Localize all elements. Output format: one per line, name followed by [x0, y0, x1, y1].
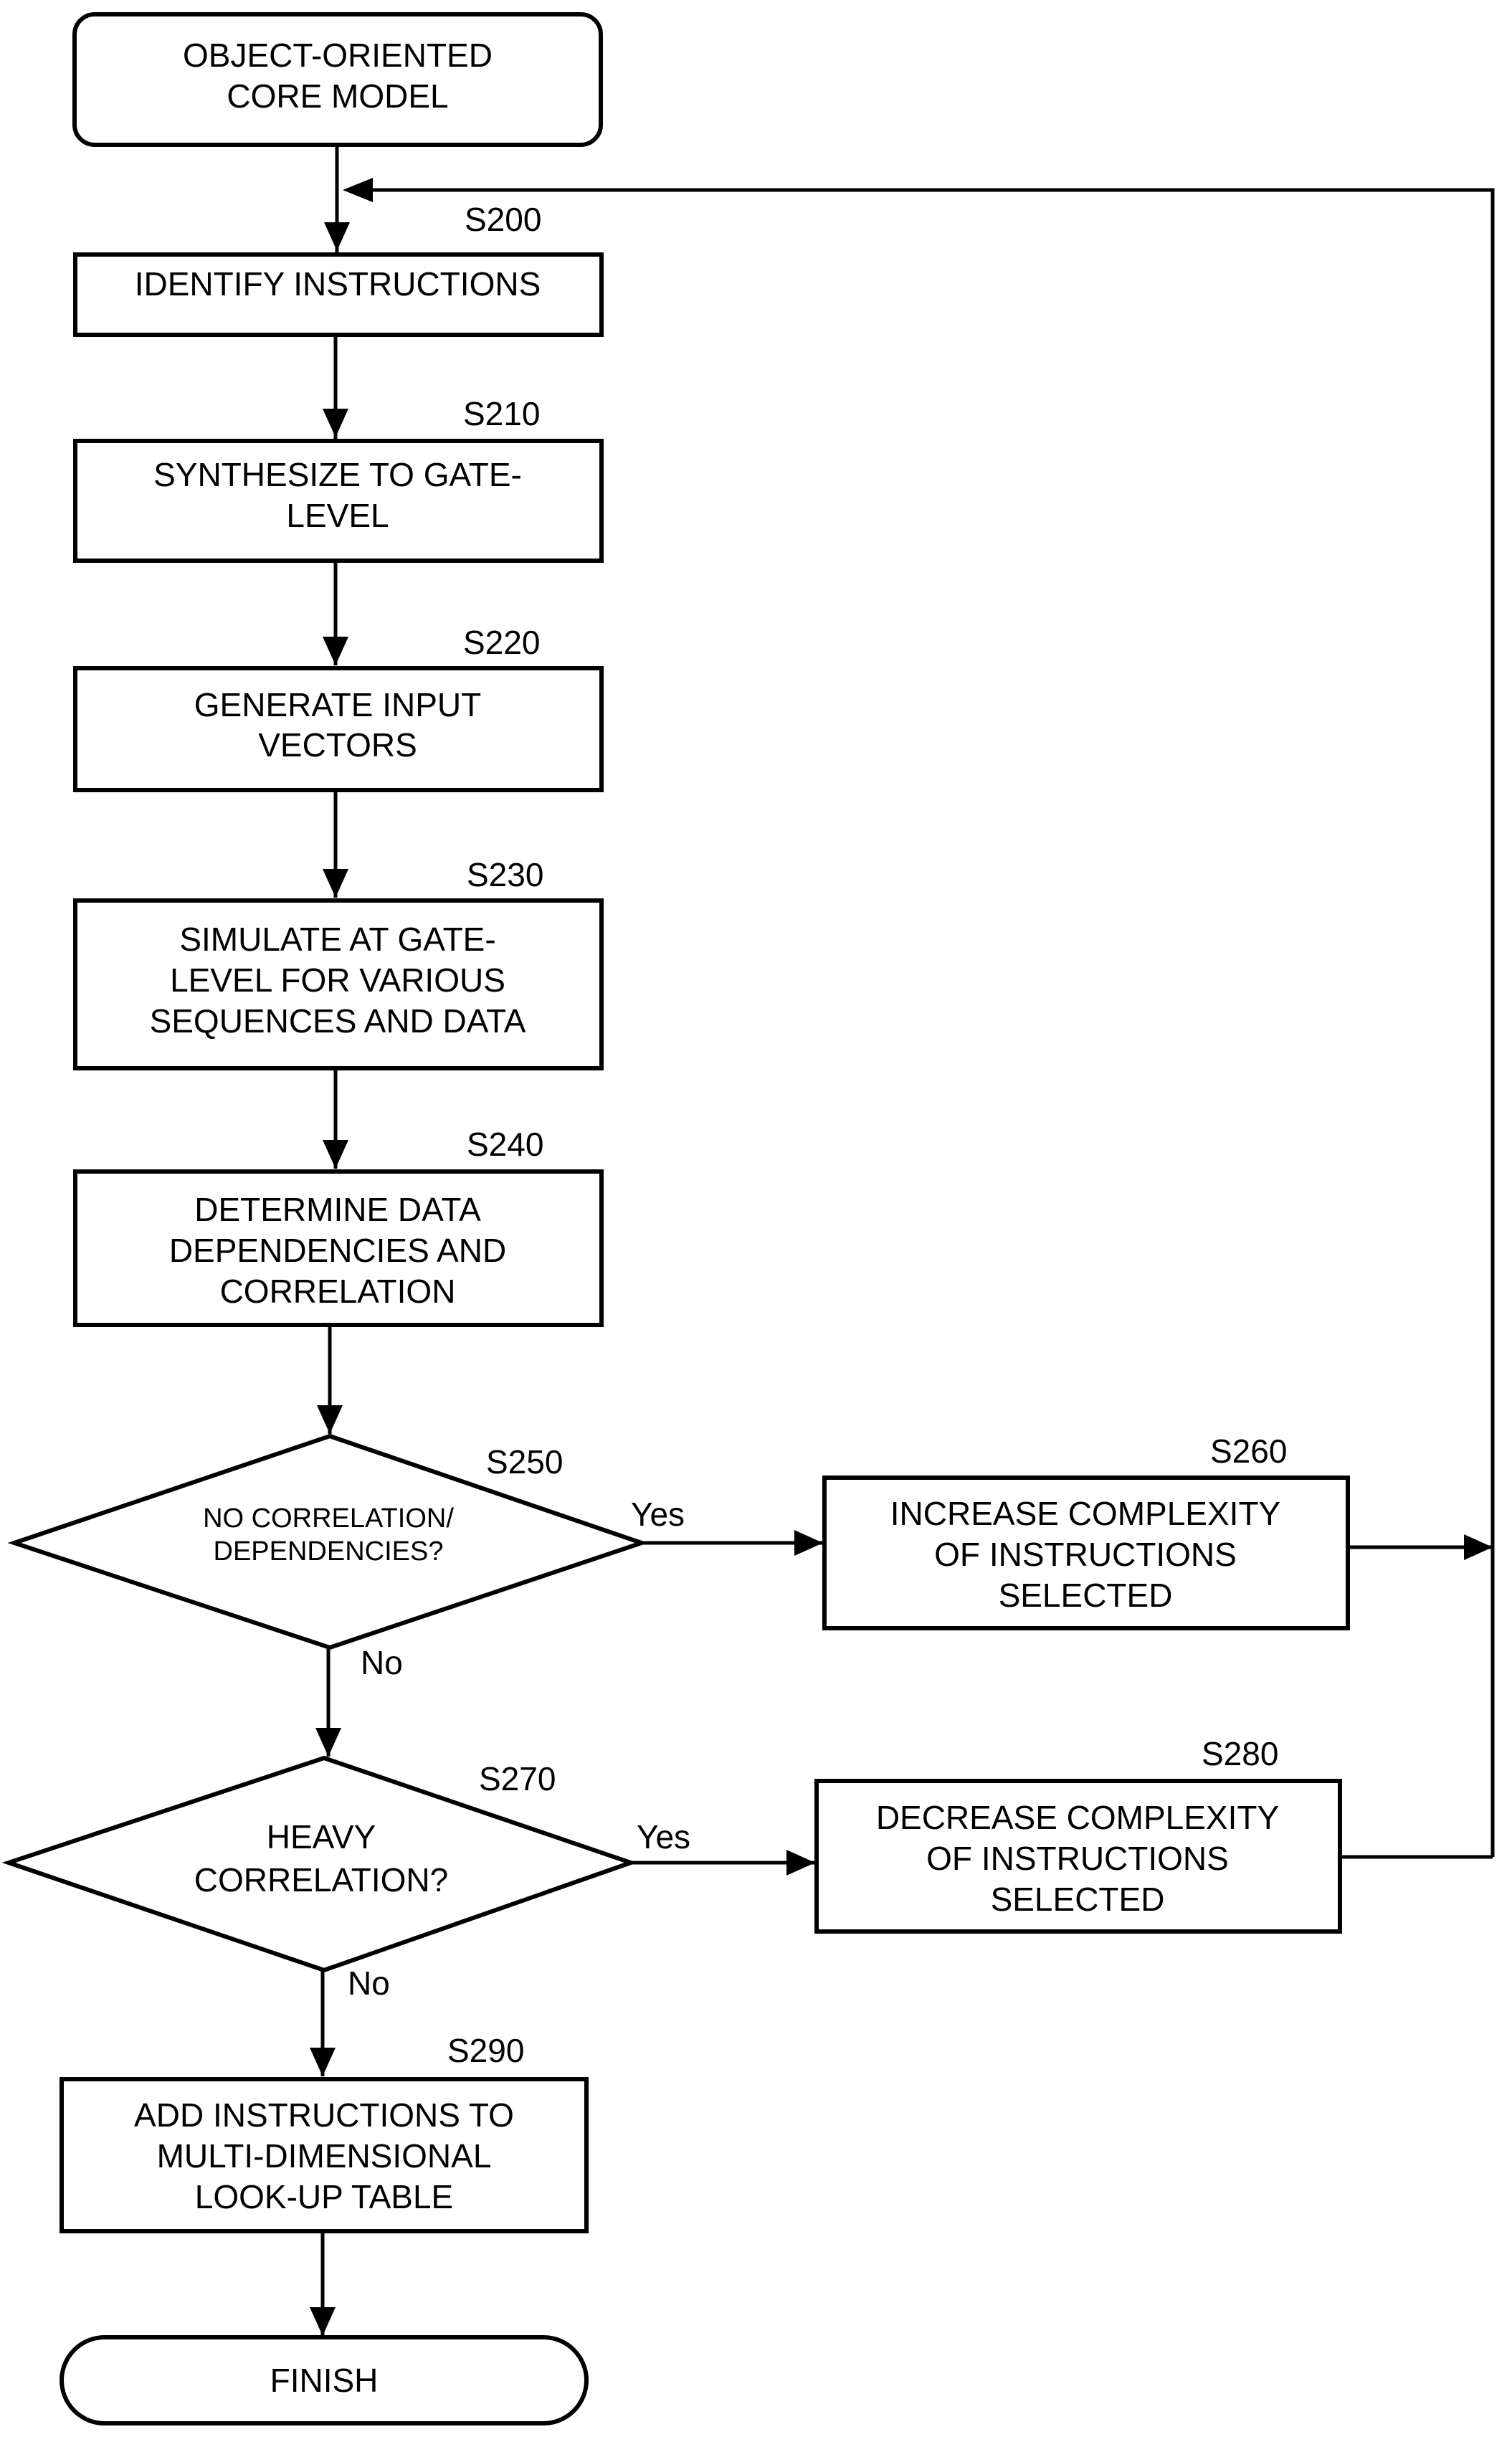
step-id: S260 — [1210, 1432, 1287, 1470]
arrowhead — [323, 409, 348, 437]
arrowhead — [323, 869, 348, 898]
no-label: No — [348, 1964, 390, 2002]
arrowhead-loop — [343, 178, 373, 202]
step-line-3: CORRELATION — [220, 1273, 456, 1310]
decision-line-1: HEAVY — [267, 1818, 376, 1856]
arrowhead — [315, 1728, 341, 1757]
decision-line-1: NO CORRELATION/ — [203, 1503, 454, 1534]
start-terminal: OBJECT-ORIENTED CORE MODEL — [72, 12, 603, 147]
decision-id: S250 — [486, 1443, 563, 1481]
arrowhead — [794, 1530, 823, 1556]
step-line-1: ADD INSTRUCTIONS TO — [134, 2096, 514, 2134]
start-line-1: OBJECT-ORIENTED — [183, 37, 493, 74]
decision-line-2: DEPENDENCIES? — [214, 1536, 444, 1567]
step-line-2: OF INSTRUCTIONS — [934, 1536, 1237, 1573]
arrowhead — [317, 1405, 343, 1434]
step-line-2: LEVEL — [286, 497, 389, 534]
step-id: S200 — [465, 201, 541, 238]
step-id: S280 — [1202, 1735, 1278, 1772]
yes-label: Yes — [631, 1496, 685, 1533]
decision-s270: S270 HEAVY CORRELATION? Yes No — [1, 1755, 690, 2002]
finish-terminal: FINISH — [60, 2335, 589, 2425]
step-line-1: SIMULATE AT GATE- — [179, 921, 495, 958]
step-s260: S260 INCREASE COMPLEXITY OF INSTRUCTIONS… — [822, 1432, 1350, 1630]
step-line-2: MULTI-DIMENSIONAL — [157, 2137, 492, 2175]
step-id: S290 — [447, 2032, 524, 2069]
step-line-2: LEVEL FOR VARIOUS — [170, 961, 505, 999]
yes-label: Yes — [637, 1818, 690, 1856]
decision-id: S270 — [479, 1760, 556, 1797]
arrowhead — [1464, 1534, 1493, 1560]
step-id: S210 — [463, 395, 540, 432]
arrowhead — [323, 637, 348, 665]
finish-label: FINISH — [270, 2362, 379, 2399]
step-id: S220 — [463, 624, 540, 661]
step-line-2: OF INSTRUCTIONS — [926, 1840, 1229, 1877]
decision-s250: S250 NO CORRELATION/ DEPENDENCIES? Yes N… — [7, 1433, 685, 1681]
arrowhead — [324, 222, 350, 251]
arrowhead — [310, 2307, 336, 2336]
step-line-1: DETERMINE DATA — [194, 1191, 481, 1228]
arrowhead — [323, 1140, 348, 1169]
no-label: No — [361, 1644, 403, 1681]
step-line-1: IDENTIFY INSTRUCTIONS — [135, 265, 541, 303]
step-line-2: DEPENDENCIES AND — [169, 1232, 506, 1269]
step-line-3: SELECTED — [991, 1881, 1165, 1918]
flowchart: OBJECT-ORIENTED CORE MODEL S200 IDENTIFY… — [1, 12, 1495, 2425]
step-line-1: INCREASE COMPLEXITY — [890, 1495, 1280, 1532]
step-line-2: VECTORS — [258, 726, 417, 764]
step-line-3: SEQUENCES AND DATA — [150, 1002, 526, 1040]
arrowhead — [310, 2048, 336, 2076]
step-line-1: GENERATE INPUT — [194, 686, 481, 723]
start-line-2: CORE MODEL — [227, 77, 448, 115]
step-line-3: LOOK-UP TABLE — [195, 2178, 453, 2215]
step-s280: S280 DECREASE COMPLEXITY OF INSTRUCTIONS… — [814, 1735, 1342, 1934]
step-id: S230 — [467, 856, 543, 893]
arrowhead — [786, 1850, 815, 1876]
step-line-3: SELECTED — [999, 1577, 1173, 1614]
step-line-1: SYNTHESIZE TO GATE- — [153, 456, 522, 493]
step-id: S240 — [467, 1126, 543, 1163]
decision-line-2: CORRELATION? — [194, 1861, 448, 1899]
step-line-1: DECREASE COMPLEXITY — [876, 1799, 1279, 1836]
